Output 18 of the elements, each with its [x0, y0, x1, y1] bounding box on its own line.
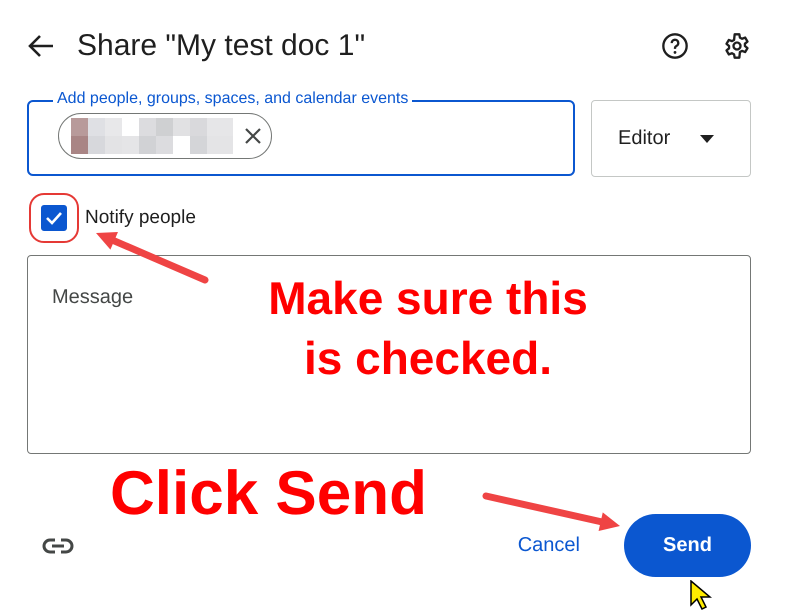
people-input-field[interactable]: Add people, groups, spaces, and calendar events: [27, 90, 575, 176]
field-label: Add people, groups, spaces, and calendar events: [53, 90, 412, 108]
cursor-icon: [690, 580, 712, 610]
checkmark-icon: [45, 211, 63, 225]
caret-icon: [700, 134, 714, 142]
role-dropdown[interactable]: Editor: [591, 100, 751, 177]
cancel-button[interactable]: Cancel: [518, 530, 580, 561]
link-icon[interactable]: [41, 536, 75, 554]
close-icon[interactable]: [243, 126, 263, 146]
settings-icon[interactable]: [723, 32, 751, 60]
annotation-text: Click Send: [110, 458, 427, 529]
annotation-text: Make sure this is checked.: [267, 271, 589, 386]
person-chip[interactable]: [58, 113, 272, 159]
send-button[interactable]: Send: [624, 514, 751, 577]
dialog-title: Share "My test doc 1": [77, 29, 366, 63]
checkbox-label: Notify people: [85, 207, 196, 229]
help-icon[interactable]: [661, 32, 689, 60]
back-arrow-icon[interactable]: [27, 34, 55, 58]
